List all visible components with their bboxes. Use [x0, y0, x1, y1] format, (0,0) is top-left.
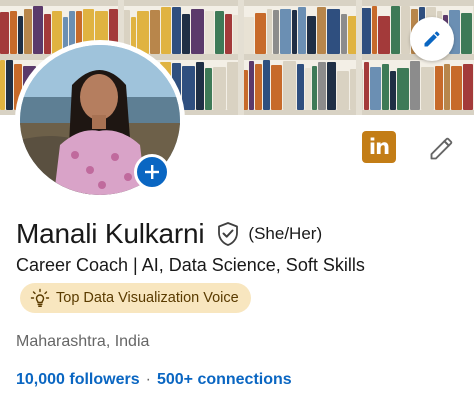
book-spine — [378, 16, 390, 54]
linkedin-logo: in — [362, 131, 396, 163]
book-spine — [24, 9, 32, 54]
book-spine — [421, 67, 434, 110]
book-spine — [435, 66, 443, 110]
book-spine — [205, 11, 214, 54]
book-spine — [191, 9, 204, 54]
book-spine — [255, 64, 262, 110]
book-spine — [337, 71, 349, 110]
profile-headline: Career Coach | AI, Data Science, Soft Sk… — [16, 255, 365, 275]
book-spine — [364, 62, 369, 110]
book-spine — [172, 7, 181, 54]
book-spine — [205, 68, 212, 110]
book-spine — [297, 64, 304, 110]
shelf-post — [356, 0, 362, 115]
book-spine — [249, 61, 254, 110]
book-spine — [137, 11, 149, 54]
book-spine — [271, 65, 282, 110]
profile-location: Maharashtra, India — [16, 333, 150, 350]
book-spine — [312, 66, 317, 110]
book-spine — [6, 60, 13, 110]
network-stats: 10,000 followers · 500+ connections — [16, 371, 292, 389]
pronouns: (She/Her) — [248, 224, 323, 243]
linkedin-logo-text: in — [368, 135, 390, 159]
book-spine — [215, 11, 224, 54]
book-spine — [10, 11, 17, 54]
book-spine — [397, 68, 409, 110]
book-spine — [298, 7, 306, 54]
shield-check-icon — [218, 222, 239, 246]
book-spine — [318, 62, 326, 110]
shelf-post — [238, 0, 244, 115]
book-spine — [444, 64, 450, 110]
lightbulb-icon — [30, 288, 50, 307]
book-spine — [292, 10, 297, 54]
book-spine — [161, 7, 171, 54]
book-spine — [150, 10, 160, 54]
top-voice-label: Top Data Visualization Voice — [56, 290, 239, 306]
book-spine — [317, 7, 326, 54]
book-spine — [451, 66, 462, 110]
book-spine — [390, 71, 396, 110]
book-spine — [461, 13, 472, 54]
pencil-icon — [430, 137, 453, 160]
book-spine — [213, 67, 226, 110]
followers-link[interactable]: 10,000 followers — [16, 371, 140, 389]
book-spine — [18, 16, 23, 54]
book-spine — [44, 14, 51, 54]
shelf-board — [0, 0, 474, 6]
book-spine — [0, 12, 9, 54]
book-spine — [182, 14, 190, 54]
book-spine — [225, 14, 232, 54]
book-spine — [327, 9, 340, 54]
book-spine — [305, 68, 311, 110]
book-spine — [410, 61, 420, 110]
book-spine — [273, 10, 279, 54]
book-spine — [370, 67, 381, 110]
edit-profile-button[interactable] — [425, 132, 459, 164]
edit-banner-button[interactable] — [410, 17, 454, 61]
book-spine — [255, 13, 266, 54]
book-spine — [280, 9, 291, 54]
book-spine — [463, 64, 473, 110]
plus-icon — [145, 165, 159, 179]
book-spine — [0, 60, 5, 110]
book-spine — [327, 62, 336, 110]
book-spine — [391, 6, 400, 54]
profile-name: Manali Kulkarni — [16, 218, 205, 249]
book-spine — [401, 6, 410, 54]
book-spine — [372, 6, 377, 54]
book-spine — [263, 60, 270, 110]
book-spine — [33, 6, 43, 54]
verified-badge[interactable] — [216, 221, 240, 247]
top-voice-badge[interactable]: Top Data Visualization Voice — [20, 283, 251, 313]
add-photo-button[interactable] — [134, 154, 170, 190]
book-spine — [196, 62, 204, 110]
book-spine — [52, 11, 62, 54]
book-spine — [382, 64, 389, 110]
name-row: Manali Kulkarni (She/Her) — [16, 218, 322, 250]
book-spine — [182, 66, 195, 110]
book-spine — [283, 61, 296, 110]
stats-separator: · — [145, 371, 151, 388]
pencil-icon — [424, 31, 440, 47]
connections-link[interactable]: 500+ connections — [157, 371, 292, 389]
book-spine — [307, 16, 316, 54]
book-spine — [341, 14, 347, 54]
book-spine — [267, 9, 272, 54]
